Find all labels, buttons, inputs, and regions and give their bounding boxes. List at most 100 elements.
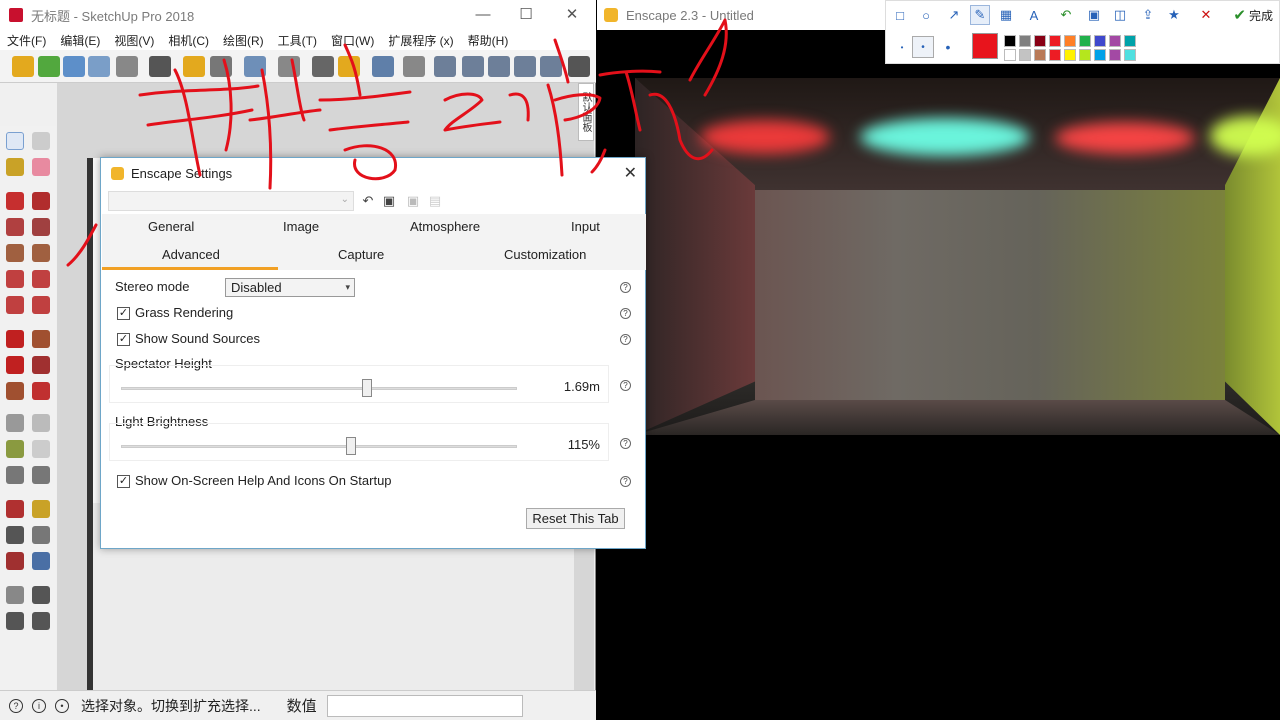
orbit-icon[interactable] [6, 500, 24, 518]
3d-text-icon[interactable] [32, 466, 50, 484]
offset-icon[interactable] [32, 382, 50, 400]
enscape-render-viewport[interactable] [635, 78, 1280, 435]
color-swatch[interactable] [1109, 49, 1121, 61]
select-tool-icon[interactable] [6, 132, 24, 150]
look-around-icon[interactable] [32, 586, 50, 604]
tab-capture[interactable]: Capture [338, 247, 384, 262]
color-swatch[interactable] [1094, 35, 1106, 47]
color-swatch[interactable] [1019, 49, 1031, 61]
color-swatch[interactable] [1064, 35, 1076, 47]
rectangle-tool-icon[interactable]: □ [890, 5, 910, 25]
menu-help[interactable]: 帮助(H) [468, 32, 509, 49]
zoom-icon[interactable] [6, 526, 24, 544]
polygon-icon[interactable] [32, 244, 50, 262]
color-swatch[interactable] [1019, 35, 1031, 47]
capture-icon[interactable] [88, 56, 110, 77]
delete-preset-icon[interactable]: ▤ [427, 193, 443, 209]
enscape-settings-icon[interactable] [183, 56, 205, 77]
dimension-icon[interactable] [32, 414, 50, 432]
zoom-extents-icon[interactable] [6, 552, 24, 570]
pin-icon[interactable]: ◫ [1110, 5, 1130, 25]
info-icon[interactable] [338, 56, 360, 77]
rotated-rectangle-icon[interactable] [32, 218, 50, 236]
menu-view[interactable]: 视图(V) [114, 32, 154, 49]
previous-view-icon[interactable] [32, 552, 50, 570]
menu-draw[interactable]: 绘图(R) [223, 32, 264, 49]
help-icon[interactable]: ? [620, 308, 631, 319]
menu-file[interactable]: 文件(F) [7, 32, 46, 49]
onscreen-help-checkbox[interactable]: ✓ [117, 475, 130, 488]
paint-bucket-icon[interactable] [6, 158, 24, 176]
push-pull-icon[interactable] [32, 330, 50, 348]
view-3-icon[interactable] [488, 56, 510, 77]
text-tool-icon[interactable] [32, 440, 50, 458]
layers-icon[interactable] [568, 56, 590, 77]
scale-icon[interactable] [6, 382, 24, 400]
color-swatch[interactable] [1124, 49, 1136, 61]
tab-image[interactable]: Image [283, 219, 319, 234]
measurements-input[interactable] [326, 694, 523, 717]
ellipse-tool-icon[interactable]: ○ [916, 5, 936, 25]
menu-window[interactable]: 窗口(W) [331, 32, 374, 49]
slider-thumb[interactable] [361, 379, 372, 397]
credits-icon[interactable]: i [32, 698, 46, 713]
done-button[interactable]: ✔ 完成 [1233, 6, 1273, 24]
default-tray-tab[interactable]: 默认面板 [578, 83, 594, 141]
move-icon[interactable] [6, 330, 24, 348]
color-swatch[interactable] [1064, 49, 1076, 61]
arc-icon[interactable] [6, 270, 24, 288]
help-icon[interactable]: ? [620, 282, 631, 293]
protractor-icon[interactable] [6, 440, 24, 458]
freehand-icon[interactable] [32, 192, 50, 210]
spectator-height-slider[interactable]: 1.69m [109, 365, 609, 403]
view-icon[interactable] [434, 56, 456, 77]
sound-sources-checkbox[interactable]: ✓ [117, 333, 130, 346]
rectangle-icon[interactable] [6, 218, 24, 236]
selected-color-swatch[interactable] [972, 33, 998, 59]
render-icon[interactable] [210, 56, 232, 77]
slider-thumb[interactable] [345, 437, 356, 455]
three-point-arc-icon[interactable] [6, 296, 24, 314]
tab-atmosphere[interactable]: Atmosphere [410, 219, 480, 234]
section-plane-icon[interactable] [32, 612, 50, 630]
color-swatch[interactable] [1109, 35, 1121, 47]
zoom-window-icon[interactable] [32, 526, 50, 544]
axes-icon[interactable] [6, 466, 24, 484]
save-icon[interactable]: ▣ [1084, 5, 1104, 25]
color-swatch[interactable] [1034, 35, 1046, 47]
tab-customization[interactable]: Customization [504, 247, 586, 262]
view-4-icon[interactable] [514, 56, 536, 77]
light-brightness-slider[interactable]: 115% [109, 423, 609, 461]
color-swatch[interactable] [1094, 49, 1106, 61]
circle-icon[interactable] [6, 244, 24, 262]
screenshot-icon[interactable] [116, 56, 138, 77]
make-component-icon[interactable] [32, 132, 50, 150]
cancel-icon[interactable]: ✕ [1196, 5, 1216, 25]
color-swatch[interactable] [1004, 49, 1016, 61]
color-swatch[interactable] [1049, 49, 1061, 61]
revert-icon[interactable]: ↶ [360, 193, 376, 209]
help-icon[interactable]: ? [620, 380, 631, 391]
geo-location-icon[interactable]: ? [9, 698, 23, 713]
favorite-icon[interactable]: ★ [1164, 5, 1184, 25]
rotate-icon[interactable] [6, 356, 24, 374]
sound-icon[interactable] [244, 56, 266, 77]
stereo-mode-select[interactable]: Disabled ▾ [225, 278, 355, 297]
reset-tab-button[interactable]: Reset This Tab [526, 508, 625, 529]
brush-medium-icon[interactable]: • [912, 36, 934, 58]
brush-small-icon[interactable]: • [892, 37, 912, 57]
vr-headset-icon[interactable] [149, 56, 171, 77]
share-icon[interactable]: ⇪ [1138, 5, 1158, 25]
dialog-close-icon[interactable]: ✕ [624, 163, 637, 183]
save-preset-icon[interactable]: ▣ [381, 193, 397, 209]
view-5-icon[interactable] [540, 56, 562, 77]
help-icon[interactable]: ? [620, 476, 631, 487]
enscape-start-icon[interactable] [12, 56, 34, 77]
pen-tool-icon[interactable]: ✎ [970, 5, 990, 25]
view-2-icon[interactable] [462, 56, 484, 77]
help-icon[interactable]: ? [620, 334, 631, 345]
menu-extensions[interactable]: 扩展程序 (x) [388, 32, 453, 49]
position-camera-icon[interactable] [6, 586, 24, 604]
tab-input[interactable]: Input [571, 219, 600, 234]
tape-measure-icon[interactable] [6, 414, 24, 432]
